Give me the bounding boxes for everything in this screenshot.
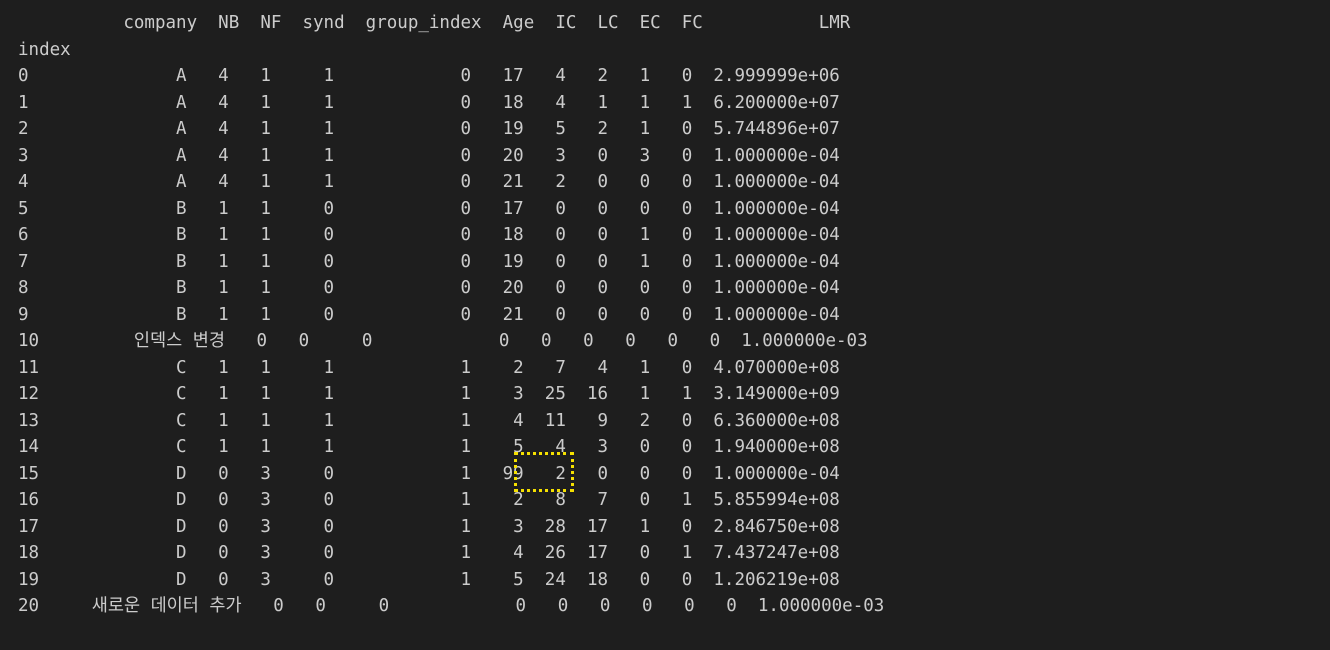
table-row-highlighted: 15 D 0 3 0 1 99 2 0 0 0 1.000000e-04 (18, 464, 840, 484)
table-row: 16 D 0 3 0 1 2 8 7 0 1 5.855994e+08 (18, 490, 840, 510)
table-row: 11 C 1 1 1 1 2 7 4 1 0 4.070000e+08 (18, 358, 840, 378)
table-row: 18 D 0 3 0 1 4 26 17 0 1 7.437247e+08 (18, 543, 840, 563)
table-row: 5 B 1 1 0 0 17 0 0 0 0 1.000000e-04 (18, 199, 840, 219)
table-row: 6 B 1 1 0 0 18 0 0 1 0 1.000000e-04 (18, 225, 840, 245)
table-row: 12 C 1 1 1 1 3 25 16 1 1 3.149000e+09 (18, 384, 840, 404)
table-row: 2 A 4 1 1 0 19 5 2 1 0 5.744896e+07 (18, 119, 840, 139)
terminal-output: company NB NF synd group_index Age IC LC… (0, 0, 1330, 650)
table-row-index-change: 10 인덱스 변경 0 0 0 0 0 0 0 0 0 1.000000e-03 (18, 331, 868, 351)
table-row: 17 D 0 3 0 1 3 28 17 1 0 2.846750e+08 (18, 517, 840, 537)
table-row: 0 A 4 1 1 0 17 4 2 1 0 2.999999e+06 (18, 66, 840, 86)
index-label: index (18, 40, 71, 60)
table-row-new-data: 20 새로운 데이터 추가 0 0 0 0 0 0 0 0 0 1.000000… (18, 596, 885, 616)
highlight-dotted-box (514, 452, 574, 492)
table-row: 3 A 4 1 1 0 20 3 0 3 0 1.000000e-04 (18, 146, 840, 166)
header-row: company NB NF synd group_index Age IC LC… (18, 13, 851, 33)
table-row: 14 C 1 1 1 1 5 4 3 0 0 1.940000e+08 (18, 437, 840, 457)
table-row: 7 B 1 1 0 0 19 0 0 1 0 1.000000e-04 (18, 252, 840, 272)
table-row: 8 B 1 1 0 0 20 0 0 0 0 1.000000e-04 (18, 278, 840, 298)
table-row: 13 C 1 1 1 1 4 11 9 2 0 6.360000e+08 (18, 411, 840, 431)
table-row: 4 A 4 1 1 0 21 2 0 0 0 1.000000e-04 (18, 172, 840, 192)
table-row: 1 A 4 1 1 0 18 4 1 1 1 6.200000e+07 (18, 93, 840, 113)
table-row: 9 B 1 1 0 0 21 0 0 0 0 1.000000e-04 (18, 305, 840, 325)
table-row: 19 D 0 3 0 1 5 24 18 0 0 1.206219e+08 (18, 570, 840, 590)
